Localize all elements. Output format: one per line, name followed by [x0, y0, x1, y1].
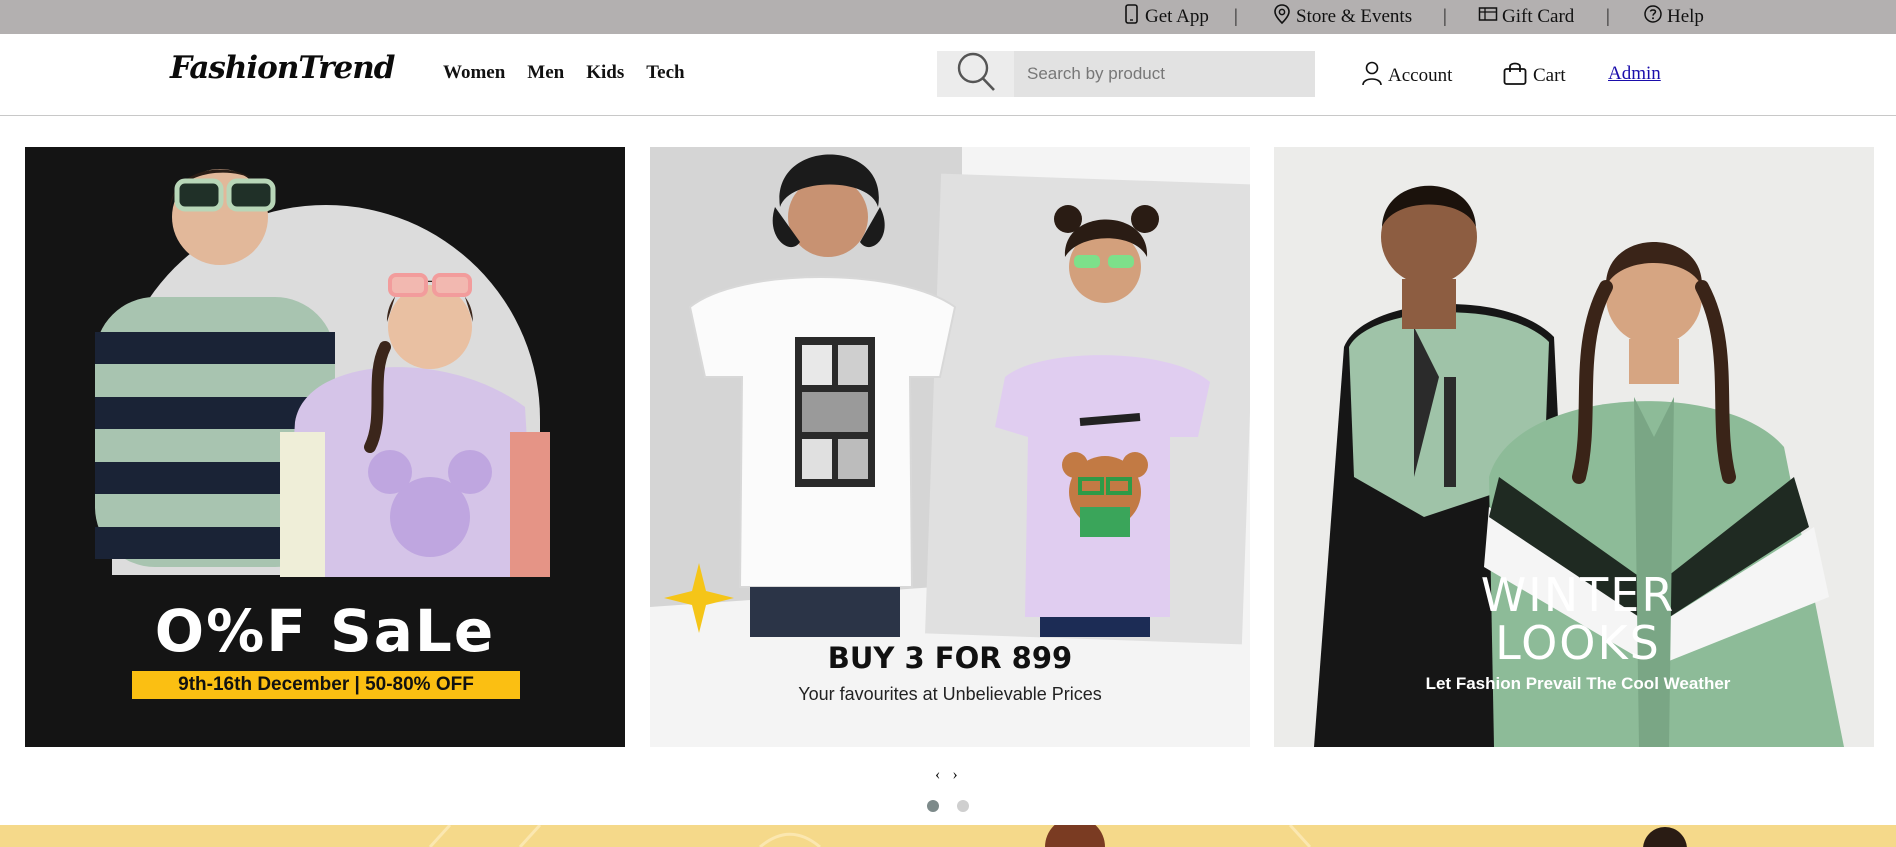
models-illustration	[95, 169, 550, 577]
buy-3-subtitle: Your favourites at Unbelievable Prices	[798, 684, 1102, 704]
promo-strip[interactable]	[0, 825, 1896, 847]
carousel-prev-button[interactable]: ‹	[935, 766, 940, 784]
divider: |	[1606, 6, 1610, 27]
gift-card-link[interactable]: Gift Card	[1478, 4, 1574, 30]
account-link[interactable]: Account	[1361, 60, 1452, 92]
carousel-dot-1[interactable]	[927, 800, 939, 812]
store-events-link[interactable]: Store & Events	[1272, 4, 1412, 30]
help-link[interactable]: Help	[1643, 4, 1704, 30]
winter-looks-banner[interactable]: WINTER LOOKS Let Fashion Prevail The Coo…	[1274, 147, 1874, 747]
main-header: FashionTrend Women Men Kids Tech Account…	[0, 34, 1896, 116]
nav-kids[interactable]: Kids	[586, 62, 624, 84]
shopping-bag-icon	[1502, 60, 1528, 92]
search-input[interactable]	[1014, 51, 1315, 97]
search-icon	[954, 50, 998, 99]
store-events-label: Store & Events	[1296, 6, 1413, 27]
account-label: Account	[1388, 65, 1453, 86]
user-icon	[1361, 60, 1383, 92]
carousel-next-button[interactable]: ›	[952, 766, 957, 784]
sale-date-strip: 9th-16th December | 50-80% OFF	[132, 671, 520, 699]
winter-looks-subtitle: Let Fashion Prevail The Cool Weather	[1425, 674, 1731, 693]
top-utility-bar: Get App | Store & Events | Gift Card | H…	[0, 0, 1896, 34]
divider: |	[1234, 6, 1238, 27]
sale-title: O%F SaLe	[154, 597, 496, 665]
winter-looks-title-line1: WINTER	[1480, 568, 1676, 622]
gift-card-label: Gift Card	[1502, 6, 1575, 27]
brand-logo[interactable]: FashionTrend	[170, 50, 395, 86]
admin-link[interactable]: Admin	[1608, 63, 1661, 85]
carousel-dot-2[interactable]	[957, 800, 969, 812]
help-label: Help	[1667, 6, 1704, 27]
phone-icon	[1121, 3, 1141, 31]
get-app-link[interactable]: Get App	[1121, 4, 1209, 30]
cart-link[interactable]: Cart	[1502, 60, 1566, 92]
gift-card-icon	[1478, 3, 1498, 31]
divider: |	[1443, 6, 1447, 27]
models-illustration	[664, 154, 1210, 637]
primary-nav: Women Men Kids Tech	[443, 62, 685, 84]
winter-looks-title-line2: LOOKS	[1495, 616, 1661, 670]
map-pin-icon	[1272, 3, 1292, 31]
carousel-arrows: ‹ ›	[935, 766, 958, 784]
winter-looks-title: WINTER LOOKS	[1274, 571, 1874, 667]
buy-3-title: BUY 3 FOR 899	[827, 641, 1073, 675]
buy-3-banner[interactable]: BUY 3 FOR 899 Your favourites at Unbelie…	[650, 147, 1250, 747]
nav-women[interactable]: Women	[443, 62, 505, 84]
help-icon	[1643, 3, 1663, 31]
get-app-label: Get App	[1145, 6, 1209, 27]
sale-banner[interactable]: O%F SaLe 9th-16th December | 50-80% OFF	[25, 147, 625, 747]
promo-strip-art	[428, 825, 1687, 847]
cart-label: Cart	[1533, 65, 1566, 86]
search-button[interactable]	[937, 51, 1014, 97]
search-bar	[937, 51, 1315, 97]
nav-tech[interactable]: Tech	[646, 62, 684, 84]
nav-men[interactable]: Men	[527, 62, 564, 84]
